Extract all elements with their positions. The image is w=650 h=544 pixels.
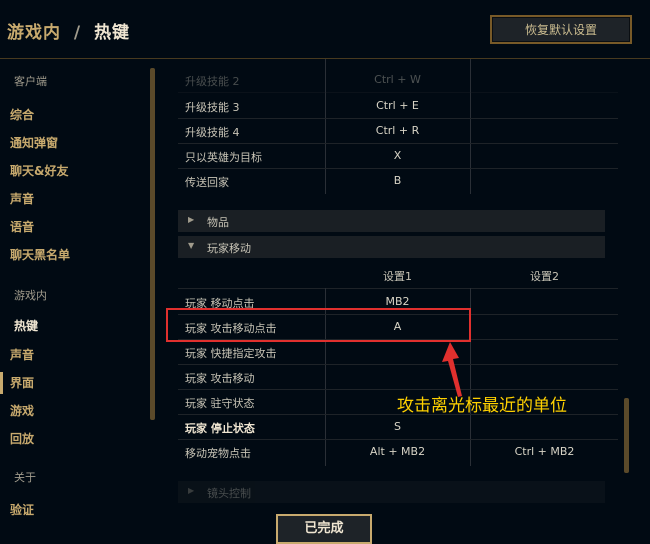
annotation-text: 攻击离光标最近的单位 [397, 396, 567, 416]
hotkey-key1[interactable]: MB2 [325, 295, 470, 308]
hotkey-action: 升级技能 3 [185, 101, 240, 114]
annotation-highlight-box [166, 308, 471, 342]
section-label: 镜头控制 [207, 487, 251, 500]
section-camera-control[interactable]: ▶ 镜头控制 [178, 481, 605, 503]
breadcrumb: 游戏内 / 热键 [7, 18, 130, 43]
sidebar-section-ingame: 游戏内 [14, 289, 47, 302]
table-row[interactable]: 传送回家 B [178, 168, 618, 193]
breadcrumb-current: 热键 [94, 23, 131, 43]
table-row[interactable]: 玩家 快捷指定攻击 [178, 339, 618, 365]
sidebar-item-chat-friends[interactable]: 聊天&好友 [10, 162, 68, 179]
sidebar-item-hotkeys[interactable]: 热键 [14, 317, 38, 334]
breadcrumb-parent[interactable]: 游戏内 [7, 23, 61, 43]
sidebar-item-replays[interactable]: 回放 [10, 430, 34, 447]
breadcrumb-separator: / [73, 23, 82, 43]
table-row[interactable]: 玩家 攻击移动 [178, 364, 618, 390]
chevron-down-icon: ▼ [188, 241, 195, 250]
sidebar-scrollbar[interactable] [150, 68, 155, 420]
header: 游戏内 / 热键 恢复默认设置 [0, 0, 650, 58]
hotkey-key1[interactable]: S [325, 420, 470, 433]
chevron-right-icon: ▶ [188, 486, 195, 495]
section-player-movement[interactable]: ▼ 玩家移动 [178, 236, 605, 258]
section-label: 物品 [207, 216, 229, 229]
hotkey-key[interactable]: Ctrl + W [325, 73, 470, 86]
sidebar-item-sound[interactable]: 声音 [10, 190, 34, 207]
table-row[interactable]: 只以英雄为目标 X [178, 143, 618, 169]
hotkey-action: 升级技能 4 [185, 126, 240, 139]
column-header-setting2: 设置2 [530, 270, 559, 283]
table-row[interactable]: 玩家 停止状态 S [178, 414, 618, 440]
section-label: 玩家移动 [207, 242, 251, 255]
sidebar-item-verify[interactable]: 验证 [10, 501, 34, 518]
hotkey-key[interactable]: B [325, 174, 470, 187]
sidebar-section-about: 关于 [14, 471, 36, 484]
hotkey-action: 玩家 停止状态 [185, 422, 255, 435]
hotkey-action: 移动宠物点击 [185, 447, 251, 460]
hotkey-action: 升级技能 2 [185, 75, 240, 88]
hotkey-action: 玩家 驻守状态 [185, 397, 255, 410]
content-scrollbar[interactable] [624, 398, 629, 473]
sidebar: 客户端 综合 通知弹窗 聊天&好友 声音 语音 聊天黑名单 游戏内 热键 声音 … [0, 59, 160, 539]
annotation-arrow-icon [442, 342, 462, 397]
done-button[interactable]: 已完成 [276, 514, 372, 544]
sidebar-active-indicator [0, 372, 3, 394]
sidebar-item-general[interactable]: 综合 [10, 106, 34, 123]
sidebar-item-chat-blacklist[interactable]: 聊天黑名单 [10, 246, 70, 263]
table-row[interactable]: 升级技能 2 Ctrl + W [178, 67, 618, 93]
table-row[interactable]: 移动宠物点击 Alt + MB2 Ctrl + MB2 [178, 439, 618, 464]
sidebar-item-game[interactable]: 游戏 [10, 402, 34, 419]
hotkey-action: 只以英雄为目标 [185, 151, 262, 164]
sidebar-item-ingame-sound[interactable]: 声音 [10, 346, 34, 363]
hotkey-key[interactable]: Ctrl + R [325, 124, 470, 137]
hotkeys-content: 升级技能 2 Ctrl + W 升级技能 3 Ctrl + E 升级技能 4 C… [178, 59, 618, 539]
hotkey-action: 传送回家 [185, 176, 229, 189]
hotkey-key[interactable]: X [325, 149, 470, 162]
section-items[interactable]: ▶ 物品 [178, 210, 605, 232]
sidebar-section-client: 客户端 [14, 75, 47, 88]
hotkey-action: 玩家 攻击移动 [185, 372, 255, 385]
sidebar-item-voice[interactable]: 语音 [10, 218, 34, 235]
hotkey-action: 玩家 快捷指定攻击 [185, 347, 277, 360]
chevron-right-icon: ▶ [188, 215, 195, 224]
hotkey-key1[interactable]: Alt + MB2 [325, 445, 470, 458]
sidebar-item-interface[interactable]: 界面 [10, 374, 34, 391]
table-row[interactable]: 升级技能 3 Ctrl + E [178, 93, 618, 119]
hotkey-key2[interactable]: Ctrl + MB2 [471, 445, 618, 458]
sidebar-item-notifications[interactable]: 通知弹窗 [10, 134, 58, 151]
hotkey-key[interactable]: Ctrl + E [325, 99, 470, 112]
column-header-setting1: 设置1 [383, 270, 412, 283]
reset-defaults-button[interactable]: 恢复默认设置 [490, 15, 632, 44]
table-row[interactable]: 升级技能 4 Ctrl + R [178, 118, 618, 144]
